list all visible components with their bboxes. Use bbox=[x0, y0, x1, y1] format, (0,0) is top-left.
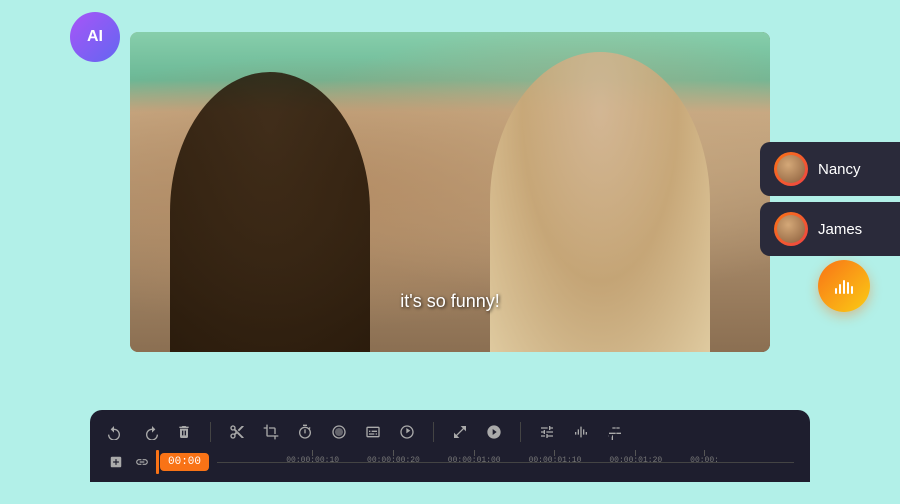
speaker-avatar-inner-james bbox=[777, 215, 805, 243]
speaker-name-james: James bbox=[818, 221, 890, 238]
timeline-ruler[interactable]: 00:00:00:10 00:00:00:20 00:00:01:00 00:0… bbox=[217, 450, 794, 474]
speaker-avatar-inner-nancy bbox=[777, 155, 805, 183]
timer-button[interactable] bbox=[295, 422, 315, 442]
marker-6: 00:00: bbox=[690, 450, 719, 465]
speaker-avatar-nancy bbox=[774, 152, 808, 186]
subtitle: it's so funny! bbox=[400, 291, 499, 312]
person-right bbox=[490, 52, 710, 352]
marker-1: 00:00:00:10 bbox=[286, 450, 339, 465]
ai-badge[interactable]: AI bbox=[70, 12, 120, 62]
delete-button[interactable] bbox=[174, 422, 194, 442]
redo-button[interactable] bbox=[140, 422, 160, 442]
video-area: AI it's so funny! Nancy bbox=[130, 32, 770, 362]
marker-5: 00:00:01:20 bbox=[609, 450, 662, 465]
person-left bbox=[170, 72, 370, 352]
tune-button[interactable] bbox=[605, 422, 625, 442]
subtitle-text: it's so funny! bbox=[400, 291, 499, 311]
adjustments-button[interactable] bbox=[537, 422, 557, 442]
marker-4: 00:00:01:10 bbox=[529, 450, 582, 465]
speaker-card-james[interactable]: James bbox=[760, 202, 900, 256]
ai-badge-label: AI bbox=[87, 28, 103, 46]
overlay-button[interactable] bbox=[484, 422, 504, 442]
timeline-actions-left bbox=[106, 452, 152, 472]
toolbar: 00:00 00:00:00:10 00:00:00:20 bbox=[90, 410, 810, 482]
speed-button[interactable] bbox=[397, 422, 417, 442]
separator-2 bbox=[433, 422, 434, 442]
caption-button[interactable] bbox=[363, 422, 383, 442]
timeline-link-button[interactable] bbox=[132, 452, 152, 472]
main-container: AI it's so funny! Nancy bbox=[20, 22, 880, 482]
current-time-value: 00:00 bbox=[168, 456, 201, 468]
undo-button[interactable] bbox=[106, 422, 126, 442]
crop-button[interactable] bbox=[261, 422, 281, 442]
fab-button[interactable] bbox=[818, 260, 870, 312]
speaker-card-nancy[interactable]: Nancy bbox=[760, 142, 900, 196]
speaker-name-nancy: Nancy bbox=[818, 161, 890, 178]
marker-2: 00:00:00:20 bbox=[367, 450, 420, 465]
expand-button[interactable] bbox=[450, 422, 470, 442]
cut-button[interactable] bbox=[227, 422, 247, 442]
effects-button[interactable] bbox=[329, 422, 349, 442]
toolbar-top bbox=[106, 418, 794, 446]
marker-3: 00:00:01:00 bbox=[448, 450, 501, 465]
speaker-cards: Nancy James bbox=[760, 142, 900, 256]
timeline-row: 00:00 00:00:00:10 00:00:00:20 bbox=[106, 450, 794, 474]
separator-1 bbox=[210, 422, 211, 442]
fab-icon bbox=[832, 274, 856, 298]
timeline-add-button[interactable] bbox=[106, 452, 126, 472]
playhead bbox=[156, 450, 159, 474]
current-time-display: 00:00 bbox=[160, 453, 209, 471]
waveform-button[interactable] bbox=[571, 422, 591, 442]
video-frame: it's so funny! bbox=[130, 32, 770, 352]
separator-3 bbox=[520, 422, 521, 442]
speaker-avatar-james bbox=[774, 212, 808, 246]
